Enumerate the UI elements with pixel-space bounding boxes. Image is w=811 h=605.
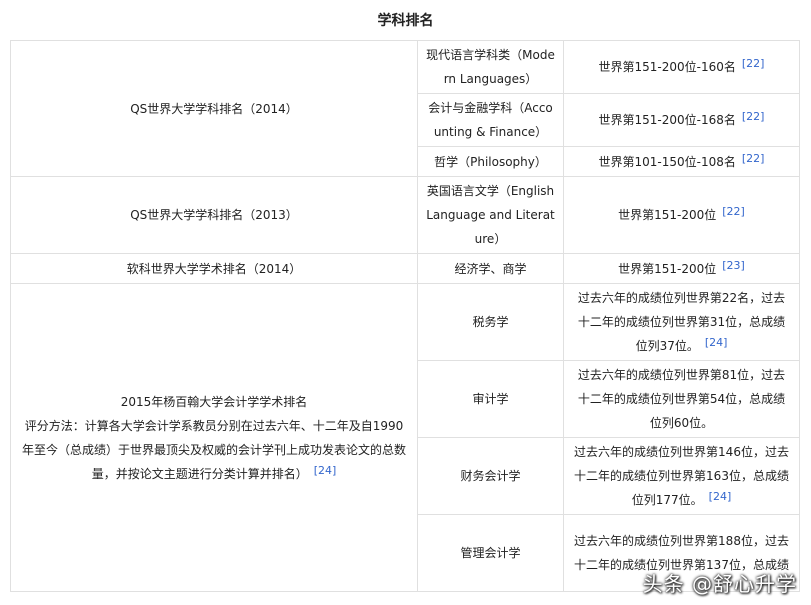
rank-cell: 世界第151-200位-168名 [22]: [563, 93, 800, 147]
rank-value: 世界第101-150位-108名: [598, 154, 736, 169]
table-row: QS世界大学学科排名（2014） 现代语言学科类（Modern Language…: [10, 40, 800, 177]
reference-link[interactable]: [24]: [705, 336, 728, 349]
subject-cell: 会计与金融学科（Accounting & Finance）: [417, 93, 564, 147]
subject-label: 税务学: [472, 315, 509, 329]
reference-link[interactable]: [24]: [314, 464, 337, 477]
reference-link[interactable]: [22]: [742, 57, 765, 70]
ranking-source-cell: QS世界大学学科排名（2014）: [10, 40, 418, 177]
rank-value: 世界第151-200位-168名: [598, 113, 736, 127]
reference-link[interactable]: [23]: [722, 259, 745, 272]
subject-label: 管理会计学: [460, 546, 521, 560]
table-row: 2015年杨百翰大学会计学学术排名 评分方法：计算各大学会计学系教员分别在过去六…: [10, 283, 800, 592]
reference-link[interactable]: [22]: [722, 205, 745, 218]
watermark-logo: 头条 @舒心升学: [642, 572, 797, 596]
rank-cell: 世界第101-150位-108名 [22]: [563, 146, 800, 177]
rank-value: 过去六年的成绩位列世界第188位，过去十二年的成绩位列世界第137位，总成绩: [574, 534, 789, 572]
ranking-table: QS世界大学学科排名（2014） 现代语言学科类（Modern Language…: [10, 40, 800, 592]
subject-cell: 审计学: [417, 360, 564, 438]
subject-label: 英国语言文学（English Language and Literature）: [426, 184, 555, 246]
ranking-method-note: 评分方法：计算各大学会计学系教员分别在过去六年、十二年及自1990年至今（总成绩…: [21, 418, 406, 481]
rank-value: 世界第151-200位-160名: [598, 60, 736, 74]
subject-label: 会计与金融学科（Accounting & Finance）: [428, 101, 553, 139]
ranking-source-label: QS世界大学学科排名（2014）: [130, 101, 298, 116]
ranking-source-cell: 软科世界大学学术排名（2014）: [10, 253, 418, 284]
rank-cell: 过去六年的成绩位列世界第81位，过去十二年的成绩位列世界第54位，总成绩位列60…: [563, 360, 800, 438]
ranking-source-label: QS世界大学学科排名（2013）: [130, 208, 298, 222]
rank-cell: 世界第151-200位 [23]: [563, 253, 800, 284]
reference-link[interactable]: [22]: [742, 152, 765, 165]
rank-cell: 世界第151-200位-160名 [22]: [563, 40, 800, 94]
ranking-source-label: 软科世界大学学术排名（2014）: [126, 261, 302, 276]
rank-cell: 过去六年的成绩位列世界第146位，过去十二年的成绩位列世界第163位，总成绩位列…: [563, 437, 800, 515]
reference-link[interactable]: [24]: [709, 490, 732, 503]
subject-label: 经济学、商学: [454, 261, 527, 276]
table-caption: 学科排名: [377, 13, 434, 29]
table-row: QS世界大学学科排名（2013） 英国语言文学（English Language…: [10, 176, 800, 254]
subject-label: 现代语言学科类（Modern Languages）: [426, 48, 555, 86]
table-row: 软科世界大学学术排名（2014） 经济学、商学 世界第151-200位 [23]: [10, 253, 800, 284]
subject-cell: 哲学（Philosophy）: [417, 146, 564, 177]
reference-link[interactable]: [22]: [742, 110, 765, 123]
subject-label: 财务会计学: [460, 469, 521, 483]
ranking-source-cell: 2015年杨百翰大学会计学学术排名 评分方法：计算各大学会计学系教员分别在过去六…: [10, 283, 418, 592]
subject-label: 哲学（Philosophy）: [434, 154, 547, 169]
rank-value: 过去六年的成绩位列世界第146位，过去十二年的成绩位列世界第163位，总成绩位列…: [574, 445, 789, 507]
rank-value: 世界第151-200位: [618, 261, 717, 276]
rank-value: 世界第151-200位: [618, 208, 717, 222]
subject-cell: 英国语言文学（English Language and Literature）: [417, 176, 564, 254]
subject-cell: 现代语言学科类（Modern Languages）: [417, 40, 564, 94]
subject-cell: 经济学、商学: [417, 253, 564, 284]
subject-cell: 财务会计学: [417, 437, 564, 515]
rank-value: 过去六年的成绩位列世界第81位，过去十二年的成绩位列世界第54位，总成绩位列60…: [577, 368, 786, 430]
ranking-source-label: 2015年杨百翰大学会计学学术排名: [120, 394, 308, 409]
rank-cell: 过去六年的成绩位列世界第22名，过去十二年的成绩位列世界第31位，总成绩位列37…: [563, 283, 800, 361]
rank-cell: 世界第151-200位 [22]: [563, 176, 800, 254]
subject-label: 审计学: [472, 392, 509, 406]
subject-cell: 管理会计学: [417, 514, 564, 592]
ranking-source-cell: QS世界大学学科排名（2013）: [10, 176, 418, 254]
subject-cell: 税务学: [417, 283, 564, 361]
rank-value: 过去六年的成绩位列世界第22名，过去十二年的成绩位列世界第31位，总成绩位列37…: [577, 291, 786, 353]
